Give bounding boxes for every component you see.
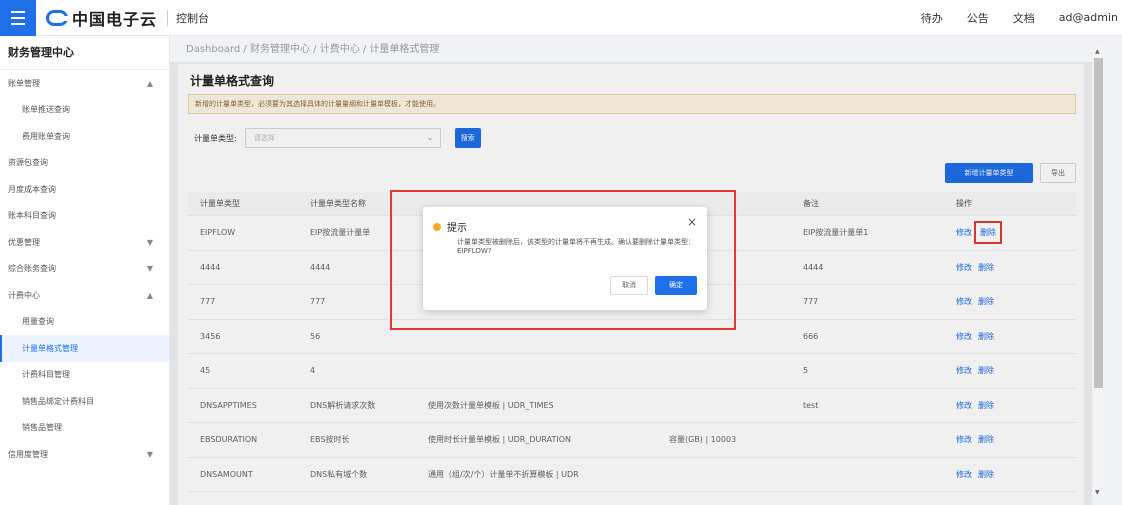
top-bar: 中国电子云 控制台 待办 公告 文档 ad@admin	[0, 0, 1122, 36]
sidebar-item[interactable]: 用量查询	[0, 309, 169, 336]
sidebar-item[interactable]: 费用账单查询	[0, 123, 169, 150]
chevron-down-icon: ▼	[146, 264, 153, 274]
sidebar-item-label: 账单推送查询	[22, 105, 70, 115]
cancel-button[interactable]: 取消	[610, 276, 648, 295]
menu-icon[interactable]	[0, 0, 36, 36]
sidebar-item[interactable]: 销售品绑定计费科目	[0, 388, 169, 415]
sidebar-item-label: 用量查询	[22, 317, 54, 327]
sidebar-item[interactable]: 账单管理 ▲	[0, 70, 169, 97]
sidebar-item-label: 优惠管理	[8, 237, 40, 247]
user-account[interactable]: ad@admin	[1059, 11, 1118, 24]
chevron-down-icon: ▼	[146, 237, 153, 247]
console-link[interactable]: 控制台	[176, 10, 209, 26]
scroll-down-icon[interactable]: ▼	[1095, 489, 1100, 496]
sidebar-item-label: 月度成本查询	[8, 184, 56, 194]
sidebar-item[interactable]: 计费中心 ▲	[0, 282, 169, 309]
sidebar-item-label: 费用账单查询	[22, 131, 70, 141]
dialog-title: 提示	[447, 223, 467, 234]
warning-icon	[433, 222, 441, 231]
scroll-up-icon[interactable]: ▲	[1095, 48, 1100, 55]
sidebar-item[interactable]: 资源包查询	[0, 150, 169, 177]
sidebar-item-label: 资源包查询	[8, 158, 48, 168]
sidebar-item-label: 计费科目管理	[22, 370, 70, 380]
chevron-up-icon: ▲	[146, 290, 153, 300]
sidebar-title: 财务管理中心	[0, 36, 169, 70]
sidebar-item-label: 销售品绑定计费科目	[22, 396, 94, 406]
docs-link[interactable]: 文档	[1013, 10, 1035, 26]
todo-link[interactable]: 待办	[921, 10, 943, 26]
sidebar-item-label: 计量单格式管理	[22, 343, 78, 353]
sidebar-item[interactable]: 优惠管理 ▼	[0, 229, 169, 256]
sidebar-item-label: 综合账务查询	[8, 264, 56, 274]
divider	[167, 9, 169, 26]
announcement-link[interactable]: 公告	[967, 10, 989, 26]
sidebar-item-label: 计费中心	[8, 290, 40, 300]
confirm-button[interactable]: 确定	[655, 276, 697, 295]
confirm-dialog: 提示 × 计量单类型被删除后，该类型的计量单将不再生成。确认要删除计量单类型：E…	[423, 207, 707, 310]
sidebar-item[interactable]: 账本科目查询	[0, 203, 169, 230]
sidebar-item[interactable]: 综合账务查询 ▼	[0, 256, 169, 283]
sidebar-item-label: 账单管理	[8, 78, 40, 88]
sidebar: 财务管理中心 账单管理 ▲ 账单推送查询 费用账单查询资源包查询月度成本查询 账本科目查…	[0, 36, 170, 505]
sidebar-item[interactable]: 销售品管理	[0, 415, 169, 442]
brand-logo[interactable]: 中国电子云	[46, 6, 157, 30]
dialog-header: 提示	[433, 219, 467, 234]
sidebar-item[interactable]: 账单推送查询	[0, 97, 169, 124]
dialog-message: 计量单类型被删除后，该类型的计量单将不再生成。确认要删除计量单类型：EIPFLO…	[457, 238, 695, 255]
sidebar-item[interactable]: 信用度管理 ▼	[0, 441, 169, 468]
brand-name: 中国电子云	[72, 9, 158, 29]
chevron-up-icon: ▲	[146, 78, 153, 88]
chevron-down-icon: ▼	[146, 449, 153, 459]
scrollbar-thumb[interactable]	[1094, 58, 1103, 388]
breadcrumb: Dashboard / 财务管理中心 / 计费中心 / 计量单格式管理	[170, 36, 1092, 64]
sidebar-item[interactable]: 月度成本查询	[0, 176, 169, 203]
close-icon[interactable]: ×	[687, 215, 697, 229]
sidebar-item[interactable]: 计费科目管理	[0, 362, 169, 389]
sidebar-item[interactable]: 计量单格式管理	[0, 335, 169, 362]
sidebar-item-label: 账本科目查询	[8, 211, 56, 221]
logo-icon	[46, 9, 69, 26]
sidebar-item-label: 销售品管理	[22, 423, 62, 433]
sidebar-item-label: 信用度管理	[8, 449, 48, 459]
